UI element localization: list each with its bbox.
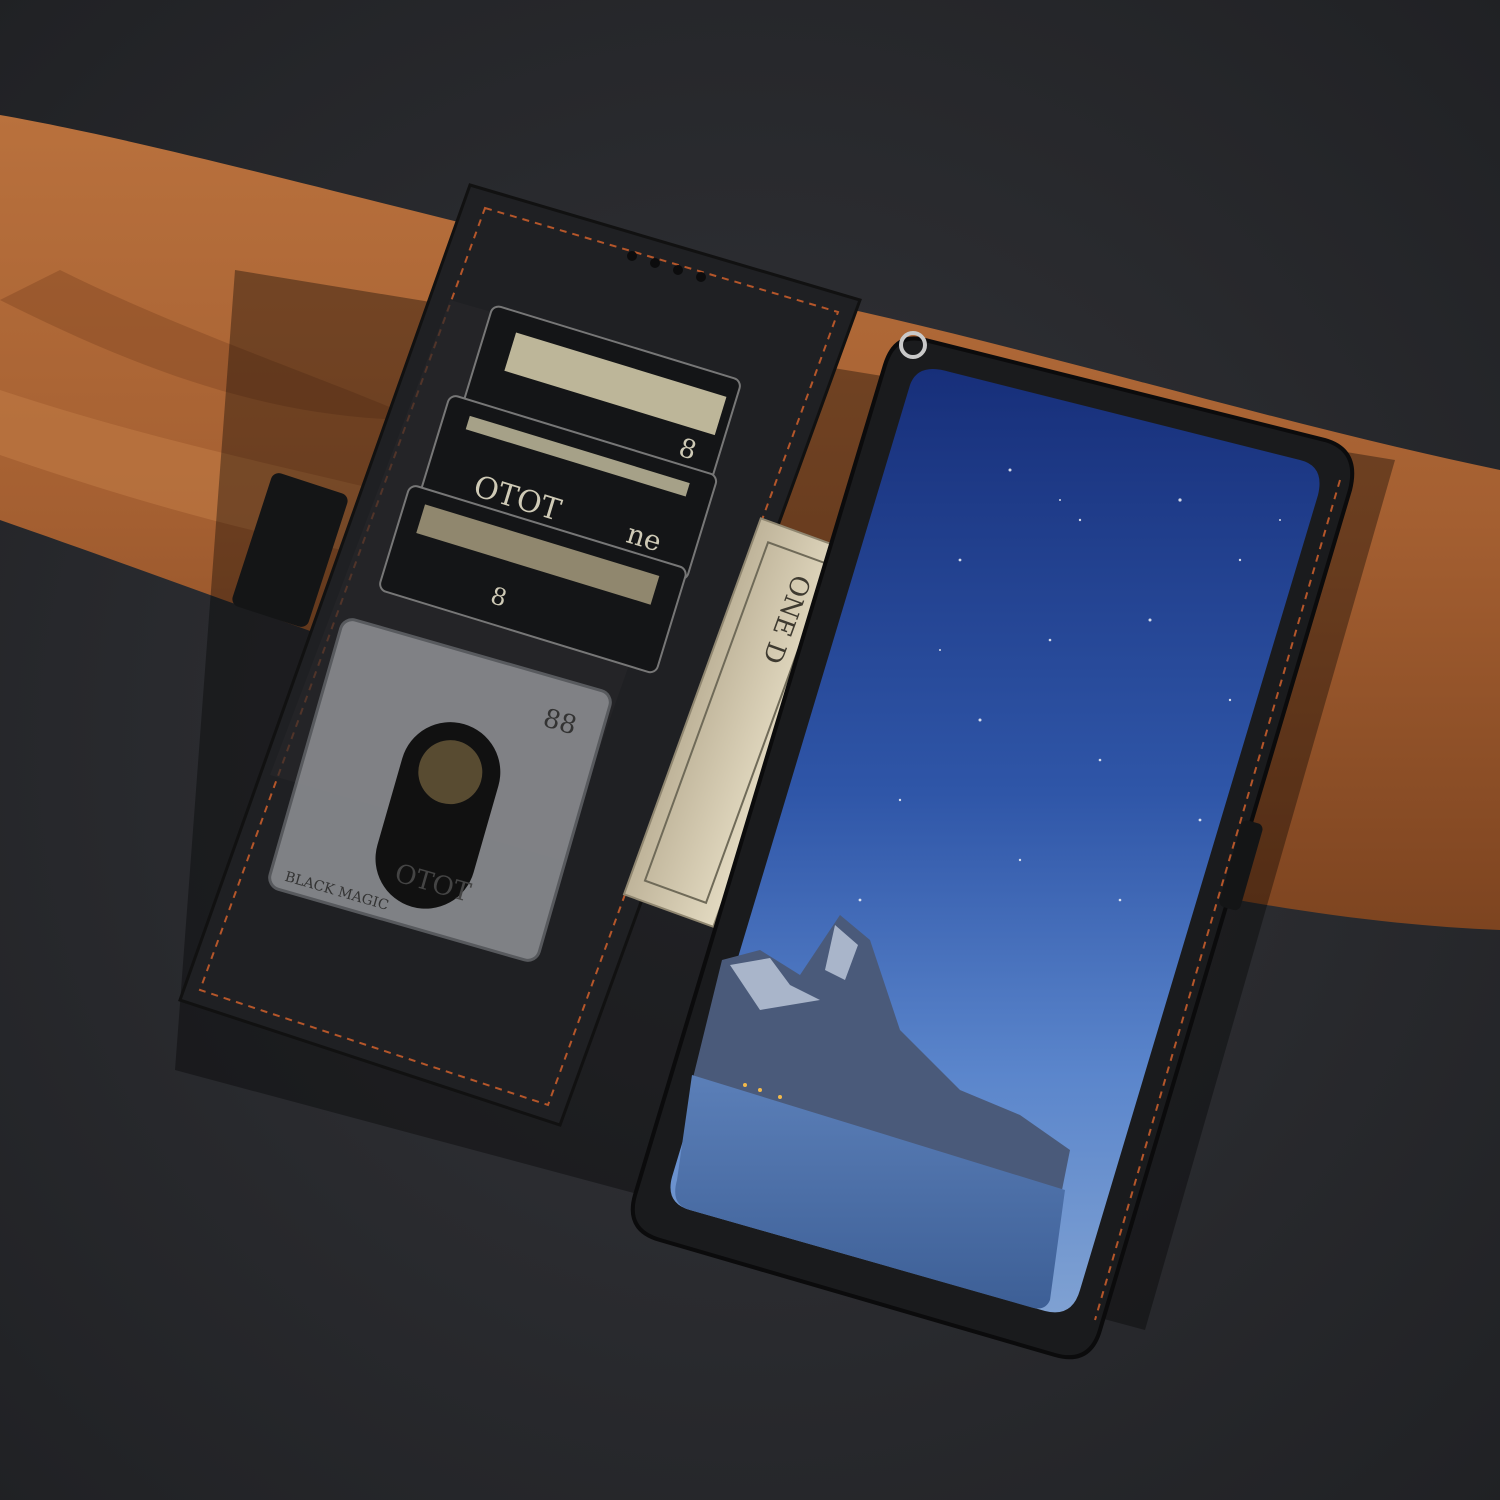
product-photo: 8 OTOT ne 8 88 OTOT BLACK MAGIC ONE D	[0, 0, 1500, 1500]
